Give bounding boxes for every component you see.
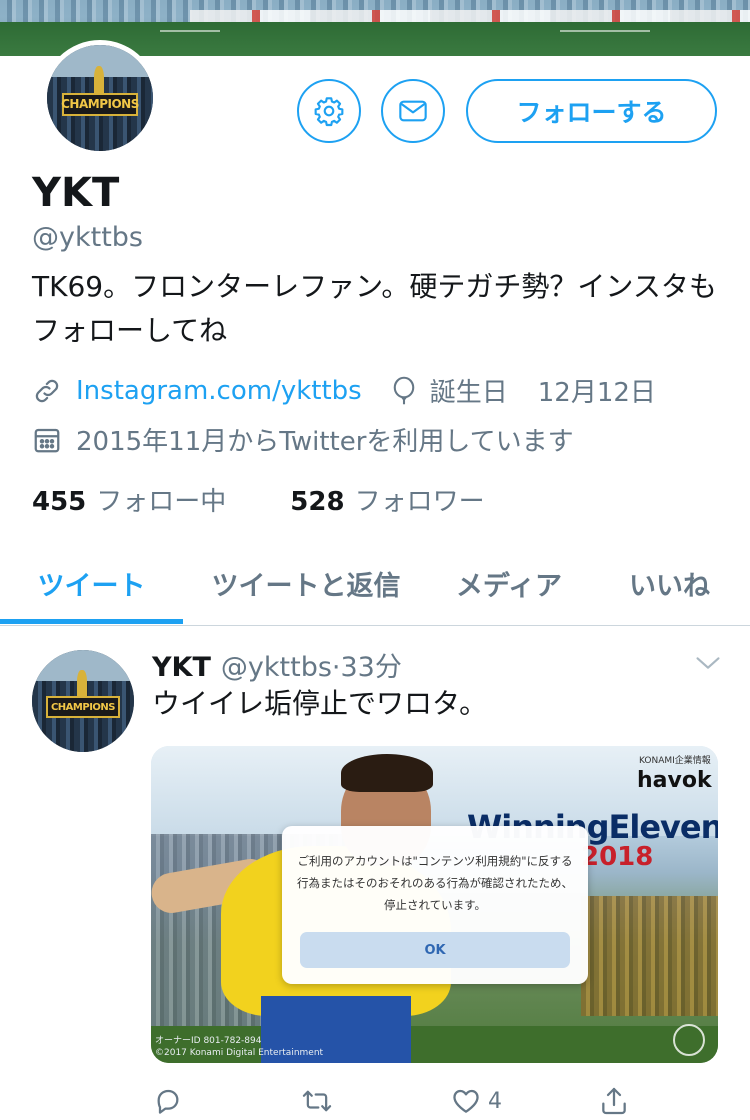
share-icon [602, 1087, 626, 1115]
envelope-icon [399, 100, 427, 122]
birthday-value: 12月12日 [537, 378, 656, 408]
tweet-timestamp[interactable]: 33分 [341, 645, 402, 684]
copyright-text: ©2017 Konami Digital Entertainment [155, 1048, 324, 1058]
banner-pitch-line [560, 30, 650, 32]
message-button[interactable] [381, 79, 445, 143]
link-icon [35, 379, 59, 402]
banner-ad-boards [190, 10, 750, 22]
tab-likes[interactable]: いいね [589, 540, 750, 626]
tweet-author-name[interactable]: YKT [152, 652, 211, 683]
avatar-champions-board: CHAMPIONS [61, 92, 139, 116]
profile-link[interactable]: Instagram.com/ykttbs [76, 376, 362, 406]
heart-icon [453, 1089, 479, 1113]
havok-logo: havok [637, 768, 712, 793]
banner-pitch-line [160, 30, 220, 32]
gear-icon [314, 97, 344, 127]
follow-stats: 455 フォロー中 528 フォロワー [32, 481, 485, 518]
media-brand-text: KONAMI企業情報 [639, 756, 711, 766]
avatar-board-text: CHAMPIONS [61, 97, 139, 112]
settings-button[interactable] [297, 79, 361, 143]
avatar-champions-board: CHAMPIONS [46, 695, 120, 719]
profile-avatar[interactable]: CHAMPIONS [42, 40, 158, 156]
tab-media[interactable]: メディア [429, 540, 589, 626]
following-count[interactable]: 455 [32, 487, 86, 517]
tweet-actions: 4 [152, 1085, 712, 1120]
retweet-icon [302, 1090, 332, 1112]
game-title-number: 2018 [581, 842, 654, 872]
active-tab-indicator [0, 619, 183, 624]
tab-tweets-and-replies[interactable]: ツイートと返信 [183, 540, 429, 626]
suspension-dialog: ご利用のアカウントは"コンテンツ利用規約"に反する行為またはそのおそれのある行為… [282, 826, 588, 984]
profile-bio: TK69。フロンターレファン。硬テガチ勢？インスタもフォローしてね [32, 270, 717, 347]
trophy-graphic [76, 670, 88, 699]
joined-date: 2015年11月からTwitterを利用しています [76, 427, 574, 457]
tab-tweets[interactable]: ツイート [0, 540, 183, 626]
profile-handle: @ykttbs [32, 222, 143, 253]
like-count: 4 [488, 1088, 502, 1114]
trophy-graphic [93, 66, 105, 96]
owner-id: オーナーID 801-782-894 [155, 1036, 262, 1046]
following-label[interactable]: フォロー中 [96, 481, 226, 518]
followers-count[interactable]: 528 [290, 487, 344, 517]
profile-name: YKT [32, 170, 120, 216]
menu-circle-icon [673, 1024, 705, 1056]
tweet-avatar[interactable]: CHAMPIONS [32, 650, 134, 752]
calendar-icon [34, 428, 60, 452]
retweet-button[interactable] [300, 1085, 334, 1117]
share-button[interactable] [598, 1085, 630, 1117]
reply-icon [157, 1089, 179, 1114]
like-button[interactable]: 4 [450, 1085, 502, 1117]
dialog-message: ご利用のアカウントは"コンテンツ利用規約"に反する行為またはそのおそれのある行為… [297, 854, 573, 912]
profile-tabs: ツイート ツイートと返信 メディア いいね [0, 540, 750, 626]
balloon-icon [393, 376, 414, 404]
birthday-label: 誕生日 [429, 378, 508, 408]
followers-label[interactable]: フォロワー [355, 481, 485, 518]
dialog-ok-button: OK [300, 932, 570, 968]
avatar-board-text: CHAMPIONS [50, 701, 116, 713]
tweet-header: YKT @ykttbs · 33分 [152, 645, 402, 684]
follow-button[interactable]: フォローする [466, 79, 717, 143]
tweet-text: ウイイレ垢停止でワロタ。 [152, 687, 488, 720]
chevron-down-icon[interactable] [694, 652, 722, 674]
profile-joined-row: 2015年11月からTwitterを利用しています [32, 421, 574, 458]
profile-meta-row: Instagram.com/ykttbs 誕生日 12月12日 [32, 372, 656, 409]
tweet-separator: · [331, 652, 341, 683]
tweet-author-handle[interactable]: @ykttbs [221, 652, 332, 683]
tweet-media-image[interactable]: KONAMI企業情報 havok WinningEleven 2018 オーナー… [151, 746, 718, 1063]
reply-button[interactable] [152, 1085, 184, 1117]
